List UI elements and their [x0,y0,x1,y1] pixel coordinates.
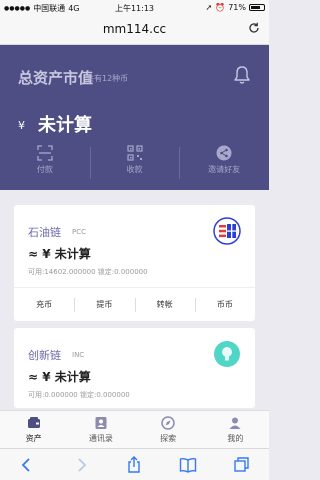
coin-actions: 充币 提币 转帐 币币 [14,287,255,322]
total-assets-title: 总资产市值 [18,69,94,87]
withdraw-button[interactable]: 提币 [74,288,134,322]
share-icon [216,145,232,161]
invite-label: 邀请好友 [208,165,241,174]
tab-assets-label: 资产 [25,434,42,443]
wallet-icon [27,417,40,428]
coin-count-label: 共有12种币 [86,74,129,83]
coin-balance-detail: 可用:14602.000000 锁定:0.000000 [28,268,148,276]
chevron-left-icon [21,458,30,472]
tab-contacts-label: 通讯录 [88,434,113,443]
browser-address-bar[interactable]: mm114.cc [0,16,269,45]
coin-balance-detail: 可用:0.000000 锁定:0.000000 [28,391,130,399]
coin-card-inc[interactable]: 创新链 INC ≈ ¥ 未计算 可用:0.000000 锁定:0.000000 [14,328,255,408]
exchange-button[interactable]: 币币 [194,288,255,322]
tabs-icon [234,457,249,472]
tabs-button[interactable] [215,449,269,480]
bell-icon[interactable] [233,65,251,85]
bottom-tab-bar: 资产 通讯录 探索 我的 [0,410,269,449]
book-icon [180,457,197,473]
status-bar: ●●●●● 中国联通 4G 上午11:13 ➚ ⏰ 71% [0,0,269,16]
currency-symbol: ¥ [18,119,25,132]
coin-name: 创新链 [28,349,61,362]
coin-value: ≈ ¥ 未计算 [28,370,91,384]
share-button[interactable] [108,449,162,480]
pay-action[interactable]: 付款 [0,145,90,187]
coin-ticker: PCC [72,228,86,236]
tab-contacts[interactable]: 通讯录 [67,411,134,449]
bookmarks-button[interactable] [161,449,215,480]
deposit-button[interactable]: 充币 [14,288,74,322]
browser-toolbar [0,448,269,480]
total-value: 未计算 [38,115,92,136]
explore-icon [161,416,175,430]
qr-code-icon [126,145,143,161]
coin-name: 石油链 [28,226,61,239]
status-right: ➚ ⏰ 71% [206,3,265,12]
tab-profile[interactable]: 我的 [202,411,269,449]
hero-actions: 付款 收款 邀请好友 [0,145,269,187]
alarm-icon: ⏰ [215,3,226,12]
back-button[interactable] [0,449,54,480]
pay-label: 付款 [36,165,53,174]
profile-icon [229,417,241,429]
app-screen: ●●●●● 中国联通 4G 上午11:13 ➚ ⏰ 71% mm114.cc 总… [0,0,269,480]
tab-profile-label: 我的 [227,434,244,443]
coin-ticker: INC [72,351,85,359]
reload-icon[interactable] [247,21,261,35]
receive-action[interactable]: 收款 [89,145,180,187]
pcc-logo-icon [213,217,241,245]
forward-button[interactable] [54,449,108,480]
address-text[interactable]: mm114.cc [0,22,269,36]
tab-explore-label: 探索 [160,434,177,443]
share-sheet-icon [128,456,141,473]
battery-percent: 71% [228,3,246,12]
coin-card-pcc[interactable]: 石油链 PCC ≈ ¥ 未计算 可用:14602.000000 锁定:0.000… [14,205,255,321]
battery-icon [249,4,265,11]
tab-explore[interactable]: 探索 [135,411,202,449]
asset-summary-header: 总资产市值 共有12种币 ¥ 未计算 付款 收款 邀请好友 [0,45,269,190]
receive-label: 收款 [126,165,143,174]
invite-action[interactable]: 邀请好友 [179,145,269,187]
scan-icon [37,145,53,161]
coin-value: ≈ ¥ 未计算 [28,247,91,261]
tab-assets[interactable]: 资产 [0,411,67,449]
contacts-icon [95,417,107,429]
location-icon: ➚ [205,3,213,12]
inc-logo-icon [214,341,240,367]
chevron-right-icon [78,458,86,472]
transfer-button[interactable]: 转帐 [134,288,195,322]
